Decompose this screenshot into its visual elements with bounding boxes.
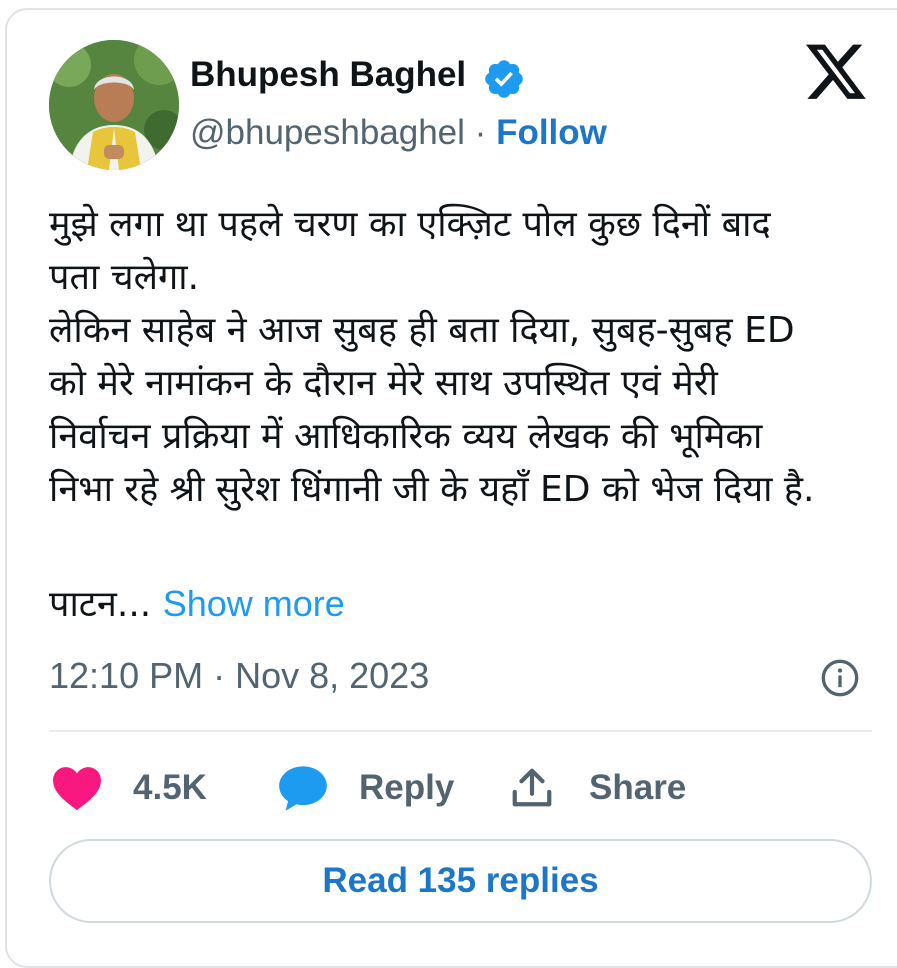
reply-button[interactable]: Reply [277,760,454,816]
divider [49,730,872,732]
author-name[interactable]: Bhupesh Baghel [190,55,466,95]
tweet-text: मुझे लगा था पहले चरण का एक्ज़िट पोल कुछ … [49,198,869,516]
tweet-line: निभा रहे श्री सुरेश धिंगानी जी के यहाँ E… [49,469,815,510]
share-button[interactable]: Share [509,760,686,816]
truncated-text: पाटन... [49,584,152,625]
author-handle-row: @bhupeshbaghel · Follow [190,113,607,153]
tweet-line: निर्वाचन प्रक्रिया में आधिकारिक व्यय लेख… [49,416,763,457]
reply-label: Reply [359,768,455,807]
tweet-line: पता चलेगा. [49,257,200,298]
show-more-link[interactable]: Show more [163,583,345,624]
reply-bubble-icon [279,766,327,811]
x-logo-icon[interactable] [806,44,868,102]
tweet-timestamp[interactable]: 12:10 PM · Nov 8, 2023 [49,655,429,697]
tweet-line: को मेरे नामांकन के दौरान मेरे साथ उपस्थि… [49,363,718,404]
heart-icon [53,767,101,811]
author-avatar[interactable] [49,40,179,170]
tweet-line: लेकिन साहेब ने आज सुबह ही बता दिया, सुबह… [49,310,795,351]
read-replies-button[interactable]: Read 135 replies [49,839,872,923]
handle-separator: · [474,113,487,152]
share-label: Share [589,768,687,807]
share-icon [512,768,552,807]
tweet-line: मुझे लगा था पहले चरण का एक्ज़िट पोल कुछ … [49,204,771,245]
like-button[interactable]: 4.5K [52,760,207,816]
follow-button[interactable]: Follow [496,113,607,152]
verified-badge-icon [482,57,526,101]
author-handle[interactable]: @bhupeshbaghel [190,113,465,152]
info-icon[interactable] [820,658,860,698]
truncated-text-row: पाटन... Show more [49,578,345,627]
like-count: 4.5K [133,768,207,807]
